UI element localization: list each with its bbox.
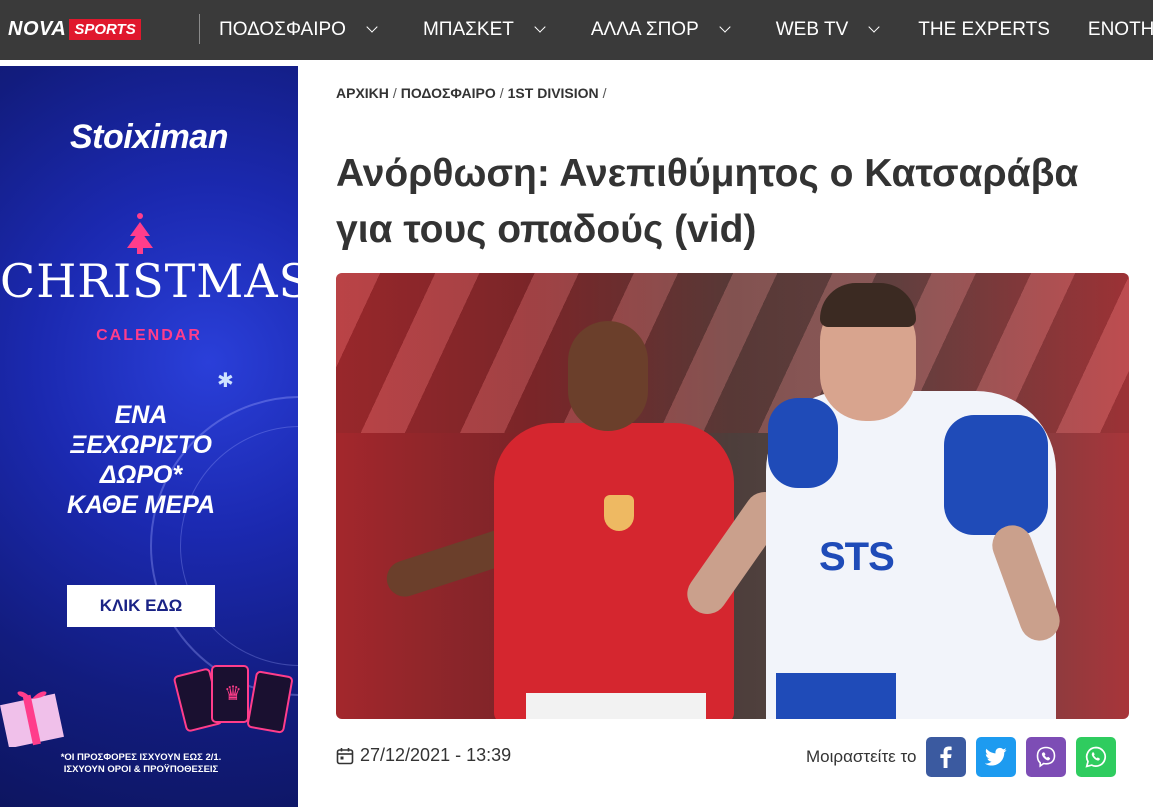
- calendar-icon: [336, 747, 354, 764]
- nav-label: THE EXPERTS: [918, 19, 1050, 40]
- nav-label: ΑΛΛΑ ΣΠΟΡ: [590, 19, 699, 40]
- share-bar: Μοιραστείτε το: [806, 737, 1117, 777]
- fine-line: *ΟΙ ΠΡΟΣΦΟΡΕΣ ΙΣΧΥΟΥΝ ΕΩΣ 2/1.: [60, 752, 222, 763]
- share-label: Μοιραστείτε το: [806, 747, 917, 766]
- nav-label: ΕΝΟΤΗ: [1087, 19, 1153, 40]
- facebook-icon: [940, 746, 953, 768]
- breadcrumb: ΑΡΧΙΚΗ / ΠΟΔΟΣΦΑΙΡΟ / 1ST DIVISION /: [336, 85, 611, 101]
- whatsapp-icon: [1085, 746, 1107, 768]
- share-viber-button[interactable]: [1026, 737, 1067, 777]
- viber-icon: [1037, 746, 1056, 768]
- chevron-down-icon[interactable]: [868, 21, 880, 33]
- promo-line: ΔΩΡΟ*: [99, 461, 183, 489]
- fine-line: ΙΣΧΥΟΥΝ ΟΡΟΙ & ΠΡΟΫΠΟΘΕΣΕΙΣ: [63, 764, 219, 775]
- ad-cta-button[interactable]: ΚΛΙΚ ΕΔΩ: [67, 585, 215, 627]
- share-twitter-button[interactable]: [976, 737, 1017, 777]
- club-crest-icon: [604, 495, 634, 531]
- nav-divider: [199, 14, 200, 44]
- breadcrumb-home[interactable]: ΑΡΧΙΚΗ: [336, 85, 389, 101]
- player-white-sleeve-right: [944, 415, 1048, 535]
- nav-label: ΠΟΔΟΣΦΑΙΡΟ: [219, 19, 346, 40]
- nav-label: WEB TV: [775, 19, 849, 40]
- shirt-sponsor-logo: STS: [819, 535, 895, 579]
- ad-calendar-text: CALENDAR: [96, 327, 202, 344]
- ad-christmas-text: CHRISTMAS: [0, 254, 298, 308]
- player-red-head: [568, 321, 648, 431]
- chevron-down-icon[interactable]: [534, 21, 546, 33]
- ad-brand-logo: Stoiximan: [70, 118, 228, 156]
- twitter-icon: [985, 747, 1008, 766]
- chevron-down-icon[interactable]: [366, 21, 378, 33]
- player-white-shorts: [776, 673, 896, 719]
- promo-line: ΞΕΧΩΡΙΣΤΟ: [70, 431, 212, 459]
- breadcrumb-separator: /: [392, 85, 397, 101]
- breadcrumb-separator: /: [499, 85, 504, 101]
- nav-item-sections[interactable]: ΕΝΟΤΗ: [1088, 19, 1153, 41]
- chevron-down-icon[interactable]: [719, 21, 731, 33]
- top-navbar: NOVA SPORTS ΠΟΔΟΣΦΑΙΡΟ ΜΠΑΣΚΕΤ ΑΛΛΑ ΣΠΟΡ…: [0, 0, 1153, 60]
- breadcrumb-1st-division[interactable]: 1ST DIVISION: [508, 85, 599, 101]
- nav-item-other-sports[interactable]: ΑΛΛΑ ΣΠΟΡ: [591, 19, 776, 41]
- nav-item-basket[interactable]: ΜΠΑΣΚΕΤ: [423, 19, 591, 41]
- share-facebook-button[interactable]: [926, 737, 967, 777]
- svg-text:♛: ♛: [224, 681, 242, 705]
- date-value: 27/12/2021: [360, 745, 451, 765]
- breadcrumb-separator: /: [602, 85, 607, 101]
- breadcrumb-football[interactable]: ΠΟΔΟΣΦΑΙΡΟ: [401, 85, 496, 101]
- logo-nova: NOVA: [8, 17, 67, 40]
- playing-cards-icon: ♛: [173, 665, 293, 734]
- player-red-shorts: [526, 693, 706, 719]
- nav-item-web-tv[interactable]: WEB TV: [776, 19, 919, 41]
- site-logo[interactable]: NOVA SPORTS: [8, 17, 141, 41]
- snowflake-icon: ✱: [217, 370, 234, 392]
- time-value: 13:39: [466, 745, 512, 765]
- article-date: 27/12/2021 - 13:39: [336, 745, 511, 766]
- stoiximan-ad-banner[interactable]: Stoiximan CHRISTMAS CALENDAR ✱ ΕΝΑ ΞΕΧΩΡ…: [0, 66, 298, 807]
- date-separator: -: [455, 745, 462, 765]
- player-white-sleeve-left: [768, 398, 838, 488]
- nav-item-the-experts[interactable]: THE EXPERTS: [918, 19, 1088, 41]
- share-whatsapp-button[interactable]: [1076, 737, 1117, 777]
- christmas-tree-icon: [127, 213, 153, 254]
- promo-line: ΕΝΑ: [114, 401, 168, 429]
- article-title: Ανόρθωση: Ανεπιθύμητος ο Κατσαράβα για τ…: [336, 152, 1079, 251]
- logo-sports: SPORTS: [69, 18, 141, 40]
- promo-line: ΚΑΘΕ ΜΕΡΑ: [66, 491, 216, 519]
- nav-item-football[interactable]: ΠΟΔΟΣΦΑΙΡΟ: [219, 19, 423, 41]
- article-hero-image: STS: [336, 273, 1129, 719]
- main-nav: ΠΟΔΟΣΦΑΙΡΟ ΜΠΑΣΚΕΤ ΑΛΛΑ ΣΠΟΡ WEB TV THE …: [219, 0, 1153, 60]
- ad-fine-print: *ΟΙ ΠΡΟΣΦΟΡΕΣ ΙΣΧΥΟΥΝ ΕΩΣ 2/1. ΙΣΧΥΟΥΝ Ο…: [0, 752, 282, 776]
- ad-promo-text: ΕΝΑ ΞΕΧΩΡΙΣΤΟ ΔΩΡΟ* ΚΑΘΕ ΜΕΡΑ: [0, 400, 282, 520]
- gift-icon: [0, 691, 64, 747]
- nav-label: ΜΠΑΣΚΕΤ: [422, 19, 514, 40]
- player-white-hair: [820, 283, 916, 327]
